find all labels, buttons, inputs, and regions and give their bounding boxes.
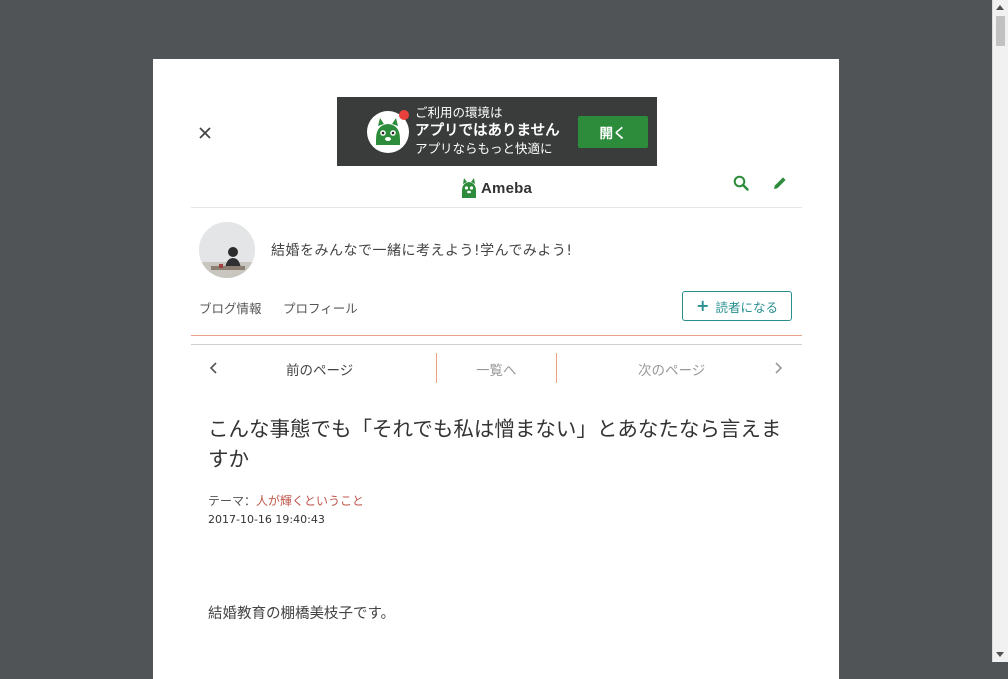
banner-text: ご利用の環境は アプリではありません アプリならもっと快適に xyxy=(415,104,560,158)
theme-label: テーマ： xyxy=(208,494,257,508)
blog-info-link[interactable]: ブログ情報 xyxy=(199,298,262,317)
entry-title: こんな事態でも「それでも私は憎まない」とあなたなら言えますか xyxy=(208,417,782,471)
prev-page-link[interactable]: 前のページ xyxy=(286,359,353,379)
pencil-icon xyxy=(774,177,786,189)
banner-line-3: アプリならもっと快適に xyxy=(415,141,553,156)
banner-line-2: アプリではありません xyxy=(415,123,560,139)
blog-header: Ameba xyxy=(191,169,802,208)
search-icon xyxy=(733,175,749,191)
banner-line-1: ご利用の環境は xyxy=(415,105,503,120)
blog-page: ご利用の環境は アプリではありません アプリならもっと快適に 開く Ameba xyxy=(153,59,839,679)
profile-link[interactable]: プロフィール xyxy=(283,298,358,317)
entry-theme: テーマ：人が輝くということ xyxy=(208,492,364,509)
ameba-logo-text: Ameba xyxy=(481,179,533,197)
ameba-app-icon xyxy=(365,109,411,155)
entry-pager: 前のページ 一覧へ 次のページ xyxy=(191,345,802,391)
app-promo-banner: ご利用の環境は アプリではありません アプリならもっと快適に 開く xyxy=(337,97,657,166)
notification-dot-icon xyxy=(399,110,409,120)
blogger-avatar[interactable] xyxy=(199,222,255,278)
chevron-right-icon[interactable] xyxy=(773,359,783,380)
become-reader-button[interactable]: + 読者になる xyxy=(682,291,792,321)
search-button[interactable] xyxy=(733,175,749,195)
list-link[interactable]: 一覧へ xyxy=(476,359,517,379)
accent-divider xyxy=(191,335,802,336)
become-reader-label: 読者になる xyxy=(715,299,778,315)
open-app-button[interactable]: 開く xyxy=(578,116,648,148)
entry-body-text: 結婚教育の棚橋美枝子です。 xyxy=(208,606,396,622)
entry-date: 2017-10-16 19:40:43 xyxy=(208,513,325,526)
theme-link[interactable]: 人が輝くということ xyxy=(256,494,364,508)
write-post-button[interactable] xyxy=(772,175,788,195)
close-banner-button[interactable] xyxy=(195,123,215,143)
scroll-down-arrow-icon[interactable] xyxy=(996,652,1004,657)
ameba-logo[interactable]: Ameba xyxy=(460,175,532,201)
pager-separator xyxy=(556,353,557,383)
chevron-left-icon[interactable] xyxy=(209,359,219,380)
plus-icon: + xyxy=(696,296,710,315)
avatar-photo xyxy=(199,222,255,278)
close-icon xyxy=(199,127,211,139)
scroll-up-arrow-icon[interactable] xyxy=(996,5,1004,10)
ameba-mascot-icon xyxy=(462,178,476,198)
blog-title[interactable]: 結婚をみんなで一緒に考えよう!学んでみよう! xyxy=(271,240,573,260)
page-scrollbar[interactable] xyxy=(992,0,1008,662)
next-page-link[interactable]: 次のページ xyxy=(638,359,705,379)
pager-separator xyxy=(436,353,437,383)
scroll-thumb[interactable] xyxy=(996,16,1005,46)
